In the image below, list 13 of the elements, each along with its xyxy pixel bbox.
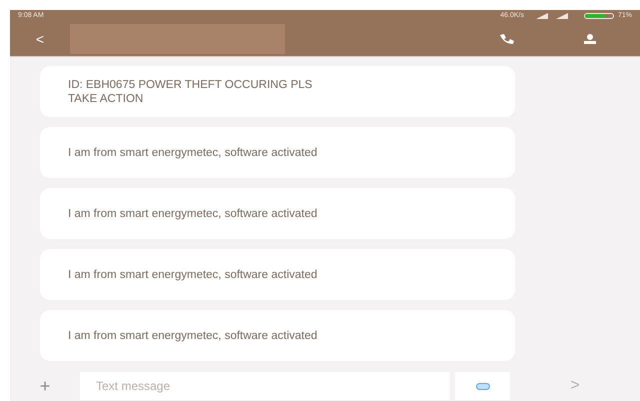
message-input[interactable]: Text message (80, 372, 450, 400)
message-text: I am from smart energymetec, software activated (68, 146, 318, 160)
message-text: I am from smart energymetec, software activated (68, 268, 318, 282)
sim-icon (476, 382, 490, 390)
battery-icon (584, 13, 614, 19)
send-button[interactable]: > (510, 374, 640, 398)
message-text: I am from smart energymetec, software activated (68, 328, 318, 342)
phone-icon[interactable] (500, 34, 514, 44)
back-button[interactable]: < (10, 28, 70, 50)
message-text: ID: EBH0675 POWER THEFT OCCURING PLS TAKE ACTION (68, 78, 314, 106)
person-icon[interactable] (584, 34, 596, 44)
message-text: I am from smart energymetec, software activated (68, 206, 318, 220)
add-button[interactable]: + (10, 372, 80, 400)
